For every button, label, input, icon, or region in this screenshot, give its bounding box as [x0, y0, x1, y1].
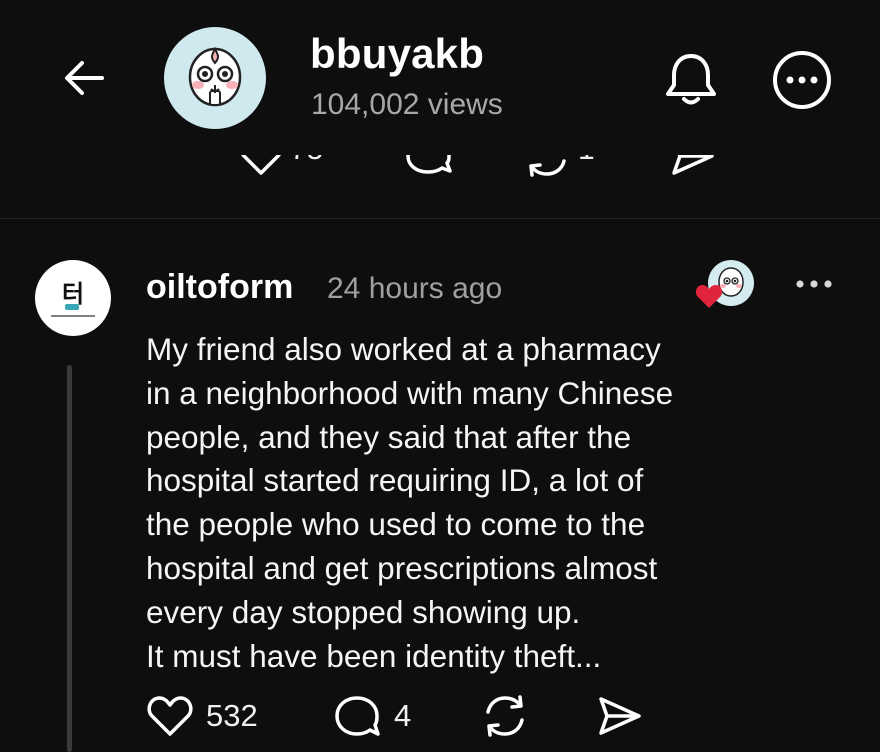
comment-timestamp: 24 hours ago — [327, 272, 503, 305]
comment-author[interactable]: oiltoform — [146, 268, 293, 307]
profile-username[interactable]: bbuyakb — [310, 30, 484, 78]
comment-actions: 532 4 — [0, 690, 880, 746]
commenter-logo: 터 — [51, 280, 95, 317]
comment-line: in a neighborhood with many Chinese — [146, 374, 674, 411]
bell-icon — [666, 54, 716, 105]
view-count: 104,002 views — [311, 88, 503, 121]
share-button[interactable] — [594, 690, 644, 742]
repost-button[interactable] — [480, 690, 530, 742]
notification-button[interactable] — [660, 48, 722, 110]
comment-line: the people who used to come to the — [146, 506, 646, 543]
repost-count: 1 — [578, 155, 595, 166]
send-icon — [599, 697, 641, 735]
comment-line: hospital and get prescriptions almost — [146, 549, 658, 586]
like-count: 532 — [206, 698, 258, 733]
send-icon[interactable] — [666, 155, 718, 179]
back-button[interactable] — [58, 52, 110, 104]
comment-icon[interactable] — [402, 155, 454, 179]
repost-icon[interactable] — [522, 155, 572, 179]
peach-character-icon — [188, 46, 242, 107]
comment-line: people, and they said that after the — [146, 418, 632, 455]
comment-body: My friend also worked at a pharmacy in a… — [146, 328, 786, 678]
comment-line: My friend also worked at a pharmacy — [146, 331, 661, 367]
comment-line: It must have been identity theft... — [146, 637, 602, 674]
section-divider — [0, 218, 880, 219]
more-circle-icon — [773, 51, 831, 109]
svg-text:75: 75 — [290, 155, 323, 166]
previous-post-actions: 75 1 — [0, 155, 880, 195]
like-count: 75 — [290, 155, 323, 166]
svg-text:터: 터 — [62, 280, 84, 308]
commenter-avatar[interactable]: 터 — [35, 260, 111, 336]
reply-count: 4 — [394, 698, 412, 733]
ellipsis-icon — [796, 280, 832, 288]
like-button[interactable]: 532 — [146, 690, 258, 742]
comment-line: hospital started requiring ID, a lot of — [146, 462, 644, 499]
profile-avatar[interactable] — [164, 27, 266, 129]
heart-icon[interactable] — [238, 155, 284, 179]
repost-icon — [486, 695, 524, 737]
heart-icon — [147, 696, 193, 736]
comment-line: every day stopped showing up. — [146, 593, 581, 630]
header-bar: bbuyakb 104,002 views — [0, 0, 880, 155]
heart-filled-icon — [695, 285, 723, 308]
reply-button[interactable]: 4 — [332, 690, 411, 742]
comment-icon — [335, 696, 380, 736]
more-options-button[interactable] — [770, 48, 834, 112]
svg-text:1: 1 — [578, 155, 595, 166]
comment-more-button[interactable] — [794, 270, 834, 298]
arrow-left-icon — [65, 61, 104, 95]
